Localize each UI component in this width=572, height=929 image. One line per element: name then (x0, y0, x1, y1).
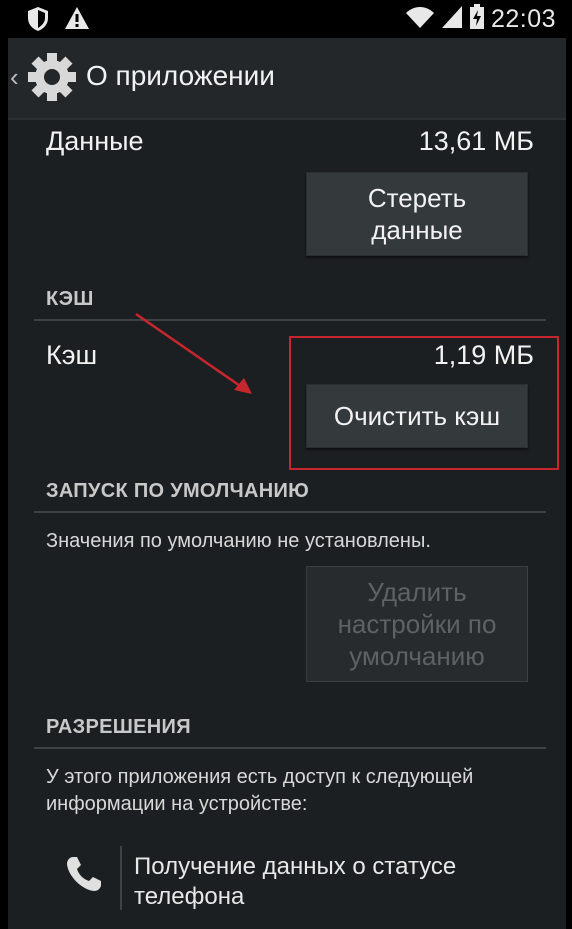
status-bar: 22:03 (8, 0, 566, 38)
annotation-arrow-icon (135, 312, 252, 394)
clear-data-button[interactable]: Стереть данные (306, 172, 528, 256)
cache-section-header: КЭШ (46, 288, 94, 310)
data-label: Данные (46, 126, 144, 156)
annotation-highlight-box (289, 336, 559, 470)
permission-icon-separator (120, 846, 122, 910)
battery-charging-icon (469, 4, 485, 35)
permissions-section-header: РАЗРЕШЕНИЯ (46, 716, 191, 738)
data-size-value: 13,61 МБ (418, 126, 534, 156)
up-navigation-button[interactable]: ‹ О приложении (8, 38, 278, 118)
permissions-section-divider (34, 747, 546, 749)
launch-default-section-divider (34, 511, 546, 513)
device-frame: 22:03 ‹ О приложении Данные 13,61 МБ Сте… (0, 0, 572, 929)
page-title: О приложении (86, 60, 275, 91)
permission-label: Получение данных о статусе телефона (134, 853, 457, 910)
clear-data-label: Стереть данные (367, 183, 467, 245)
warning-icon (64, 6, 90, 37)
launch-default-section-header: ЗАПУСК ПО УМОЛЧАНИЮ (46, 480, 310, 502)
chevron-left-icon: ‹ (10, 62, 19, 92)
clear-defaults-label: Удалить настройки по умолчанию (337, 577, 497, 671)
settings-gear-icon (24, 49, 80, 105)
launch-default-description: Значения по умолчанию не установлены. (46, 530, 431, 552)
shield-icon (26, 6, 50, 37)
wifi-icon (405, 5, 435, 34)
app-info-screen: 22:03 ‹ О приложении Данные 13,61 МБ Сте… (8, 0, 566, 929)
cache-section-divider (34, 319, 546, 321)
permission-item[interactable]: Получение данных о статусе телефона (8, 838, 566, 918)
phone-icon (64, 854, 104, 894)
content-area: Данные 13,61 МБ Стереть данные КЭШ Кэш 1… (8, 120, 566, 929)
clear-defaults-button[interactable]: Удалить настройки по умолчанию (306, 566, 528, 682)
permissions-description: У этого приложения есть доступ к следующ… (46, 766, 474, 815)
cache-label: Кэш (46, 340, 98, 370)
action-bar: ‹ О приложении (8, 38, 566, 120)
clock: 22:03 (490, 5, 556, 33)
signal-icon (441, 5, 463, 34)
